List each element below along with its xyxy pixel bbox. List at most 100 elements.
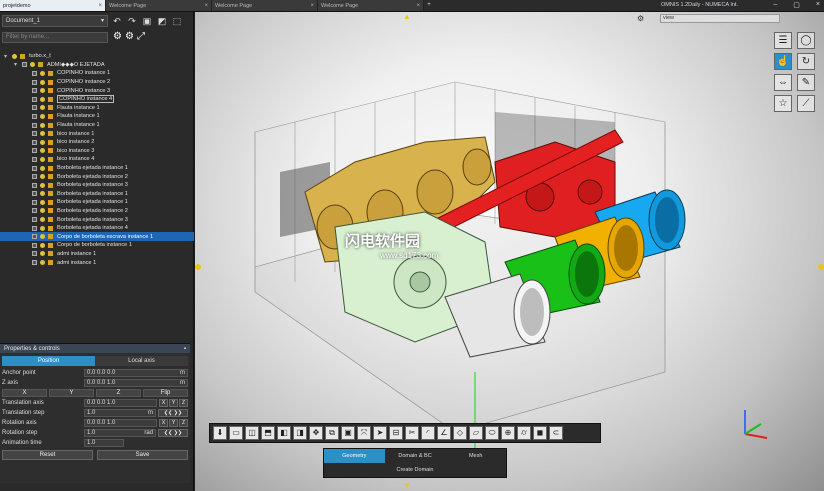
left-marker-icon[interactable]: [195, 264, 201, 270]
eye-icon[interactable]: [40, 139, 45, 145]
redo-icon[interactable]: ↷: [126, 15, 138, 27]
visibility-checkbox[interactable]: [32, 217, 37, 223]
rotate-icon[interactable]: ↻: [797, 53, 815, 70]
add-tab-icon[interactable]: +: [424, 0, 434, 11]
tab-projetdemo[interactable]: projetdemo ×: [0, 0, 106, 11]
anchor-field[interactable]: 0.0 0.0 0.0 m: [84, 368, 188, 377]
eye-icon[interactable]: [12, 53, 17, 59]
close-icon[interactable]: ×: [98, 3, 102, 9]
expand-icon[interactable]: ⤢: [137, 31, 145, 42]
y-button[interactable]: Y: [49, 388, 94, 397]
save-icon[interactable]: ▣: [141, 15, 153, 27]
tab-welcome-3[interactable]: Welcome Page ×: [318, 0, 424, 11]
translation-axis-field[interactable]: 0.0 0.0 1.0: [84, 398, 157, 407]
right-marker-icon[interactable]: [818, 264, 824, 270]
block-icon[interactable]: ◼: [533, 426, 547, 440]
tree-item[interactable]: COPINHO instance 4: [0, 95, 194, 104]
minimize-icon[interactable]: –: [773, 1, 777, 9]
close-icon[interactable]: ×: [310, 3, 314, 9]
step-back-forward-button[interactable]: ❮❮ ❯❯: [158, 428, 188, 437]
tree-item[interactable]: admi instance 1: [0, 258, 194, 267]
box-icon[interactable]: ▣: [341, 426, 355, 440]
reset-button[interactable]: Reset: [2, 450, 93, 460]
zaxis-field[interactable]: 0.0 0.0 1.0 m: [84, 378, 188, 387]
expand-arrow-icon[interactable]: ▾: [4, 53, 10, 60]
expand-arrow-icon[interactable]: ▾: [14, 61, 20, 68]
tree-item[interactable]: Borboleta ejetada instance 1: [0, 164, 194, 173]
visibility-checkbox[interactable]: [32, 165, 37, 171]
split-icon[interactable]: ⊟: [389, 426, 403, 440]
star-icon[interactable]: ☆: [774, 95, 792, 112]
pointer-icon[interactable]: ☝: [774, 53, 792, 70]
create-domain-button[interactable]: Create Domain: [324, 463, 506, 477]
x-button[interactable]: X: [2, 388, 47, 397]
move-icon[interactable]: ✥: [309, 426, 323, 440]
tree-item[interactable]: COPINHO instance 2: [0, 78, 194, 87]
eye-icon[interactable]: [40, 105, 45, 111]
visibility-checkbox[interactable]: [32, 96, 37, 102]
tree-item[interactable]: Borboleta ejetada instance 4: [0, 224, 194, 233]
eye-icon[interactable]: [40, 79, 45, 85]
tab-geometry[interactable]: Geometry: [324, 449, 385, 463]
close-icon[interactable]: ×: [204, 3, 208, 9]
eye-icon[interactable]: [40, 225, 45, 231]
eye-icon[interactable]: [40, 122, 45, 128]
y-button[interactable]: Y: [169, 418, 178, 427]
visibility-checkbox[interactable]: [32, 105, 37, 111]
z-button[interactable]: Z: [179, 418, 188, 427]
tree-item[interactable]: admi instance 1: [0, 250, 194, 259]
visibility-checkbox[interactable]: [32, 122, 37, 128]
close-icon[interactable]: ×: [416, 3, 420, 9]
document-select[interactable]: Document_1 ▾: [2, 14, 108, 27]
layer-icon[interactable]: ⧉: [325, 426, 339, 440]
visibility-checkbox[interactable]: [32, 182, 37, 188]
tab-domain-bc[interactable]: Domain & BC: [385, 449, 446, 463]
filter-input[interactable]: Filter by name...: [2, 32, 108, 43]
tree-item[interactable]: Borboleta ejetada instance 1: [0, 198, 194, 207]
tab-local-axis[interactable]: Local axis: [95, 356, 188, 366]
arc-icon[interactable]: ◜: [421, 426, 435, 440]
tree-item[interactable]: Corpo de borboleta escrava instance 1: [0, 232, 194, 242]
eye-icon[interactable]: [40, 208, 45, 214]
eye-icon[interactable]: [40, 70, 45, 76]
tree-item[interactable]: Borboleta ejetada instance 1: [0, 190, 194, 199]
ellipse-icon[interactable]: ⬭: [485, 426, 499, 440]
visibility-checkbox[interactable]: [32, 191, 37, 197]
gear-icon[interactable]: ⚙: [113, 31, 122, 42]
tree-item[interactable]: Corpo de borboleta instance 1: [0, 241, 194, 250]
tree-item[interactable]: ▾ turbo.x_t: [0, 52, 194, 61]
visibility-checkbox[interactable]: [32, 156, 37, 162]
rotation-step-field[interactable]: 1.0 rad: [84, 428, 156, 437]
viewport-bottom-marker-icon[interactable]: ▼: [403, 481, 411, 490]
step-back-forward-button[interactable]: ❮❮ ❯❯: [158, 408, 188, 417]
eye-icon[interactable]: [40, 182, 45, 188]
eye-icon[interactable]: [40, 234, 45, 240]
export-icon[interactable]: ⬚: [171, 15, 183, 27]
visibility-checkbox[interactable]: [32, 148, 37, 154]
tree-item[interactable]: Borboleta ejetada instance 3: [0, 215, 194, 224]
eye-icon[interactable]: [40, 131, 45, 137]
solid-icon[interactable]: ◧: [277, 426, 291, 440]
cube-icon[interactable]: ◫: [245, 426, 259, 440]
visibility-checkbox[interactable]: [32, 174, 37, 180]
eye-icon[interactable]: [40, 96, 45, 102]
eye-icon[interactable]: [40, 251, 45, 257]
visibility-checkbox[interactable]: [32, 260, 37, 266]
collapse-icon[interactable]: ▪: [184, 346, 186, 352]
eye-icon[interactable]: [40, 88, 45, 94]
eye-icon[interactable]: [40, 191, 45, 197]
visibility-checkbox[interactable]: [32, 251, 37, 257]
flip-button[interactable]: Flip: [143, 388, 188, 397]
arrow-icon[interactable]: ➤: [373, 426, 387, 440]
save-button[interactable]: Save: [97, 450, 188, 460]
visibility-checkbox[interactable]: [32, 225, 37, 231]
visibility-checkbox[interactable]: [32, 88, 37, 94]
visibility-checkbox[interactable]: [32, 70, 37, 76]
tree-item[interactable]: bico instance 3: [0, 147, 194, 156]
y-button[interactable]: Y: [169, 398, 178, 407]
tree-view-icon[interactable]: ☰: [774, 32, 792, 49]
slice-icon[interactable]: ⟋: [797, 95, 815, 112]
face-icon[interactable]: ◇: [453, 426, 467, 440]
cylinder-icon[interactable]: ⌭: [517, 426, 531, 440]
tree-item[interactable]: bico instance 4: [0, 155, 194, 164]
